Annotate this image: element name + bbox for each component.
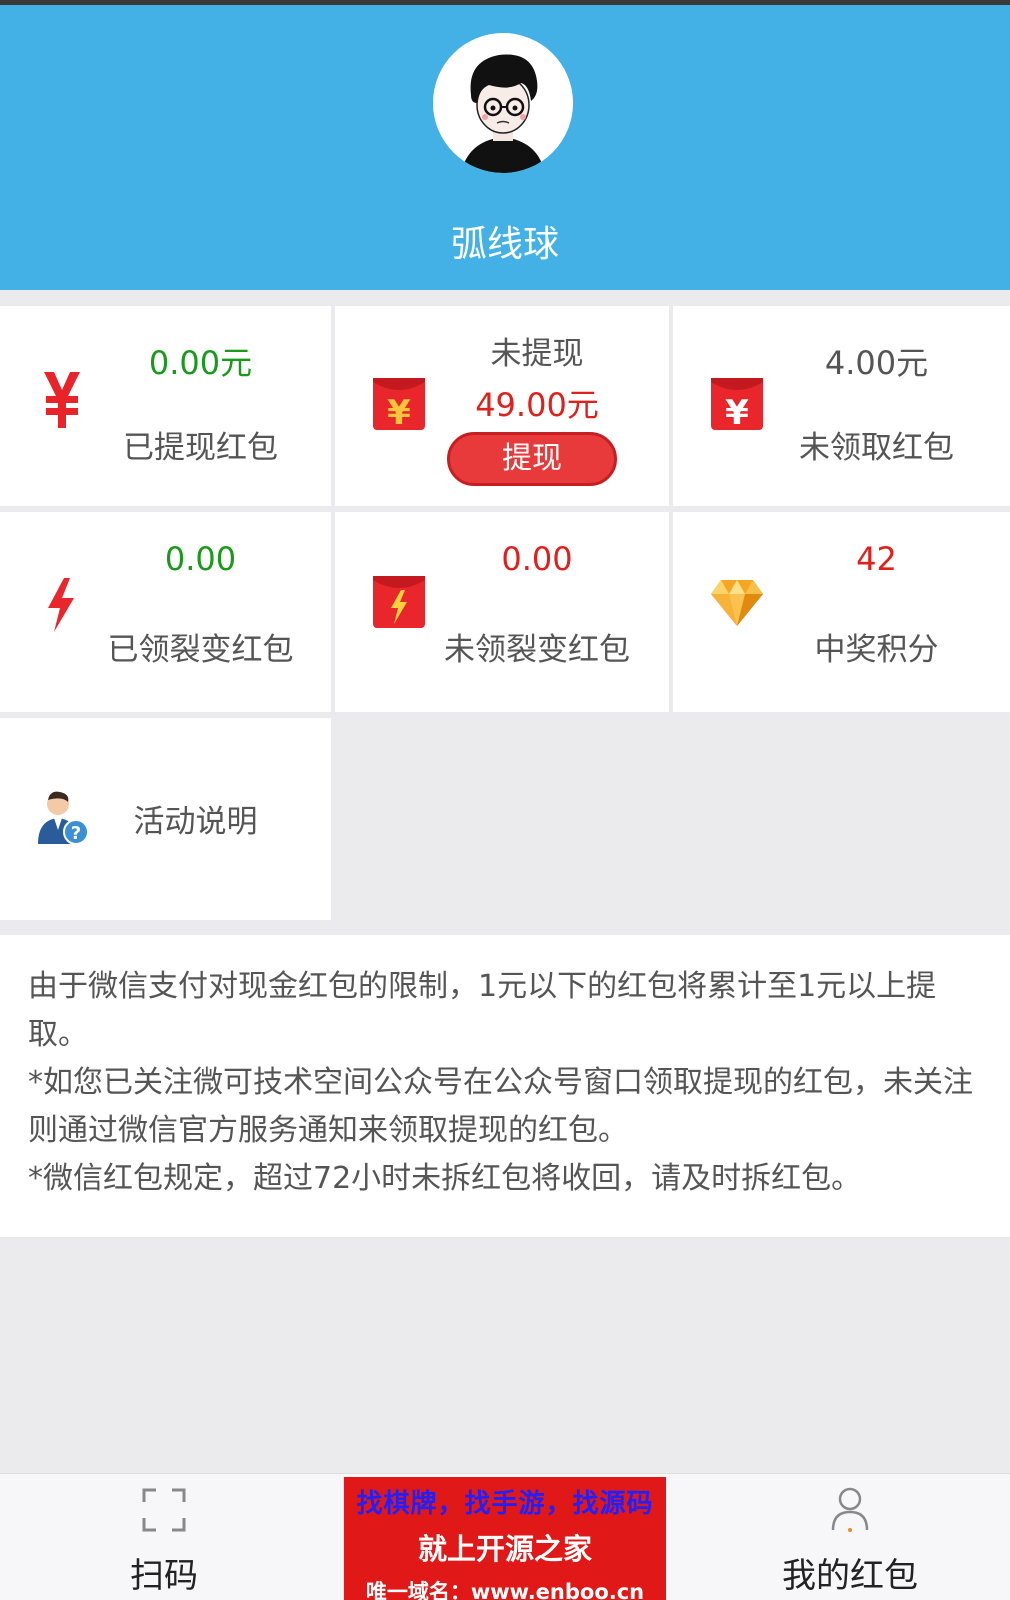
activity-rules-label: 活动说明 [133,804,258,840]
ad-line-3: 唯一域名：www.enboo.cn [365,1580,645,1600]
avatar[interactable] [433,33,573,173]
fission-claimed-value: 0.00 [164,540,237,578]
points-value: 42 [856,540,897,578]
username: 弧线球 [450,224,559,265]
notice-line-1: 由于微信支付对现金红包的限制，1元以下的红包将累计至1元以上提取。 [28,969,937,1052]
fission-unclaimed-card[interactable]: 0.00 未领裂变红包 [335,512,669,712]
pending-withdraw-card: ¥ 未提现 49.00元 提现 [335,306,669,506]
fission-claimed-card[interactable]: 0.00 已领裂变红包 [0,512,331,712]
pending-title: 未提现 [490,336,584,372]
tab-scan-label: 扫码 [130,1556,198,1596]
withdrawn-label: 已提现红包 [123,430,278,466]
ad-banner[interactable]: 找棋牌，找手游，找源码 就上开源之家 唯一域名：www.enboo.cn [344,1477,666,1600]
fission-unclaimed-value: 0.00 [501,540,573,578]
points-card[interactable]: 42 中奖积分 [673,512,1010,712]
tab-my-redpacket-label: 我的红包 [782,1556,918,1596]
unclaimed-label: 未领取红包 [799,430,954,466]
bottom-tabbar: 扫码 找棋牌，找手游，找源码 就上开源之家 唯一域名：www.enboo.cn … [0,1473,1010,1600]
fission-unclaimed-label: 未领裂变红包 [444,632,630,668]
withdrawn-value: 0.00元 [148,344,253,382]
notice-line-3: *微信红包规定，超过72小时未拆红包将收回，请及时拆红包。 [28,1161,862,1196]
tab-scan[interactable]: 扫码 [64,1474,264,1600]
activity-rules-card[interactable]: ? 活动说明 [0,718,331,920]
pending-value: 49.00元 [475,386,599,424]
ad-line-2: 就上开源之家 [417,1532,592,1566]
fission-claimed-label: 已领裂变红包 [107,632,294,668]
scan-icon [142,1488,186,1536]
notice-line-2: *如您已关注微可技术空间公众号在公众号窗口领取提现的红包，未关注则通过微信官方服… [28,1065,973,1148]
profile-header: 弧线球 [0,5,1010,290]
ad-line-1: 找棋牌，找手游，找源码 [356,1489,654,1519]
points-label: 中奖积分 [814,632,939,668]
notice-panel: 由于微信支付对现金红包的限制，1元以下的红包将累计至1元以上提取。 *如您已关注… [0,935,1010,1237]
unclaimed-value: 4.00元 [824,344,929,382]
withdraw-button[interactable]: 提现 [447,432,617,486]
user-icon [830,1486,870,1536]
unclaimed-redpacket-card[interactable]: ¥ 4.00元 未领取红包 [673,306,1010,506]
withdrawn-redpacket-card[interactable]: 0.00元 已提现红包 [0,306,331,506]
tab-my-redpacket[interactable]: 我的红包 [740,1474,960,1600]
